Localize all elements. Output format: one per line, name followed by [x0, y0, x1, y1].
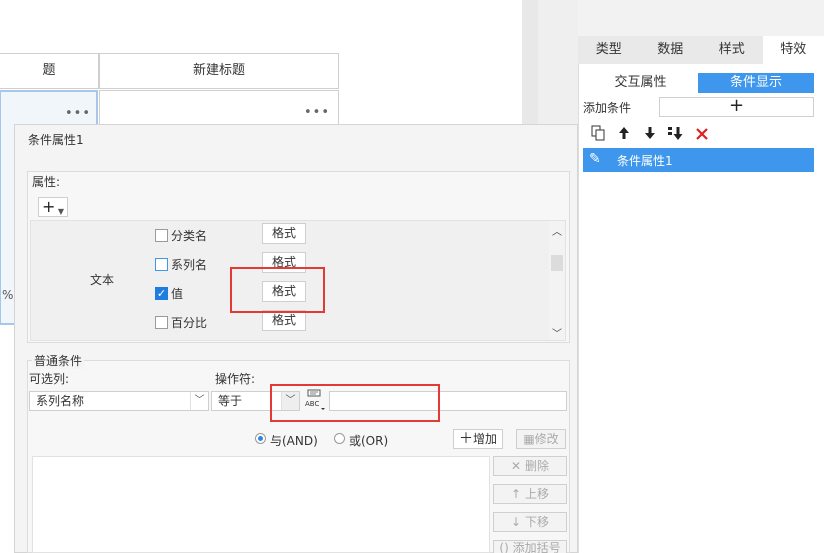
highlight-box — [270, 384, 440, 422]
condition-list-item[interactable]: ✎ 条件属性1 — [583, 148, 814, 172]
more-icon[interactable]: ••• — [304, 105, 330, 120]
property-tabs: 类型 数据 样式 特效 — [578, 36, 824, 64]
chevron-down-icon: ﹀ — [190, 392, 208, 410]
scroll-thumb[interactable] — [551, 255, 563, 271]
tab-type[interactable]: 类型 — [578, 36, 640, 64]
add-condition-label: 添加条件 — [583, 101, 632, 115]
table-header-cell[interactable]: 题 — [0, 53, 99, 89]
category-label: 分类名 — [171, 229, 208, 243]
value-checkbox[interactable]: ✓ — [155, 287, 168, 300]
bracket-icon: () — [499, 541, 509, 553]
percent-format-button[interactable]: 格式 — [262, 310, 306, 331]
value-label: 值 — [171, 287, 184, 301]
column-select[interactable]: 系列名称 ﹀ — [29, 391, 209, 411]
arrow-down-icon[interactable] — [639, 125, 661, 147]
property-scrollbar[interactable]: ︿ ﹀ — [549, 221, 565, 340]
arrow-up-icon[interactable] — [613, 125, 635, 147]
tab-style[interactable]: 样式 — [701, 36, 763, 64]
delete-button[interactable]: ✕ 删除 — [493, 456, 567, 476]
series-checkbox[interactable] — [155, 258, 168, 271]
move-up-button[interactable]: ↑ 上移 — [493, 484, 567, 504]
table-header-cell[interactable]: 新建标题 — [99, 53, 339, 89]
operator-label: 操作符: — [215, 372, 256, 386]
modify-button[interactable]: ▦修改 — [516, 429, 566, 449]
add-condition-row-button[interactable]: ＋增加 — [453, 429, 503, 449]
move-to-bottom-icon[interactable] — [665, 125, 687, 147]
close-icon: ✕ — [511, 459, 522, 473]
series-label: 系列名 — [171, 258, 208, 272]
text-group-label: 文本 — [90, 273, 115, 287]
chart-partial-label: % — [2, 288, 14, 302]
column-select-value: 系列名称 — [36, 394, 85, 408]
conditions-legend: 普通条件 — [32, 352, 85, 369]
operator-select-value: 等于 — [218, 394, 243, 408]
scroll-up-icon[interactable]: ︿ — [552, 223, 562, 238]
tab-data[interactable]: 数据 — [640, 36, 702, 64]
and-radio[interactable] — [255, 433, 266, 444]
delete-icon[interactable] — [691, 125, 713, 147]
category-checkbox[interactable] — [155, 229, 168, 242]
subtab-conditional-display[interactable]: 条件显示 — [698, 73, 814, 93]
copy-icon[interactable] — [587, 125, 609, 147]
properties-legend: 属性: — [32, 175, 61, 189]
add-property-dropdown[interactable]: + ▼ — [38, 197, 68, 217]
add-bracket-button[interactable]: () 添加括号 — [493, 540, 567, 553]
arrow-up-icon: ↑ — [511, 487, 522, 501]
condition-item-label: 条件属性1 — [617, 154, 673, 168]
category-format-button[interactable]: 格式 — [262, 223, 306, 244]
dialog-title: 条件属性1 — [28, 133, 84, 147]
arrow-down-icon: ↓ — [511, 515, 522, 529]
tab-effects[interactable]: 特效 — [762, 36, 824, 64]
and-radio-label: 与(AND) — [270, 434, 318, 448]
percent-checkbox[interactable] — [155, 316, 168, 329]
more-icon[interactable]: ••• — [65, 106, 91, 121]
subtab-interaction[interactable]: 交互属性 — [583, 73, 698, 93]
or-radio-label: 或(OR) — [349, 434, 389, 448]
condition-list-toolbar — [583, 124, 814, 148]
scroll-down-icon[interactable]: ﹀ — [552, 325, 562, 340]
percent-label: 百分比 — [171, 316, 208, 330]
highlight-box — [230, 267, 325, 313]
property-panel-header — [578, 0, 824, 36]
column-label: 可选列: — [29, 372, 70, 386]
move-down-button[interactable]: ↓ 下移 — [493, 512, 567, 532]
chevron-down-icon: ▼ — [57, 207, 64, 216]
plus-icon: + — [42, 197, 56, 216]
condition-rows-list[interactable] — [32, 456, 490, 553]
edit-icon: ✎ — [589, 151, 601, 167]
or-radio[interactable] — [334, 433, 345, 444]
modify-icon: ▦ — [523, 432, 535, 446]
add-condition-button[interactable]: + — [659, 97, 814, 117]
plus-icon: ＋ — [458, 431, 473, 447]
